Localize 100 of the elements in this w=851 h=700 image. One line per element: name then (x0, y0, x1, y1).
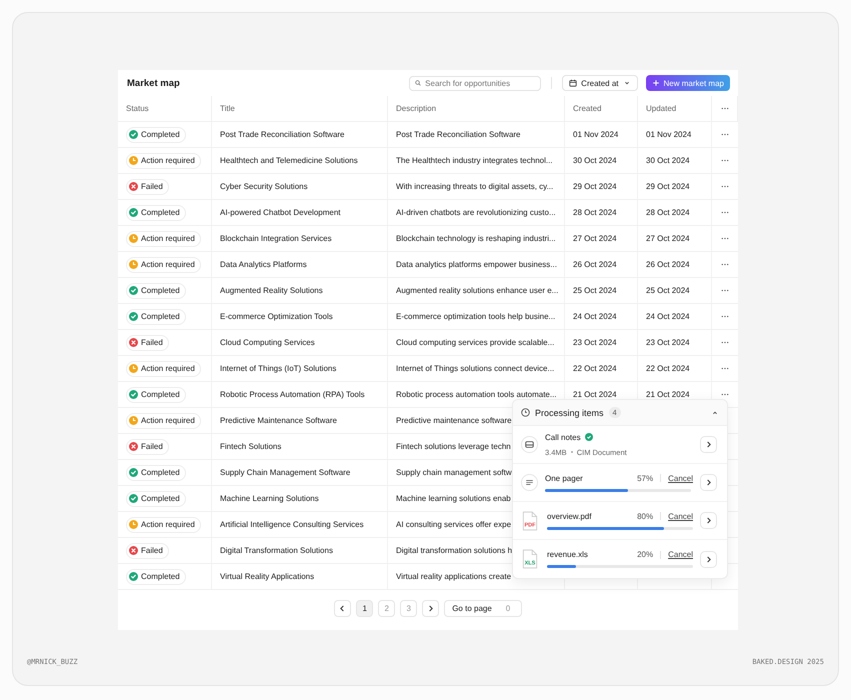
search-icon (415, 79, 422, 87)
table-cell: Blockchain technology is reshaping industri... (396, 234, 556, 243)
table-cell: 26 Oct 2024 (573, 260, 617, 269)
table-cell: 30 Oct 2024 (646, 156, 690, 165)
table-cell: 24 Oct 2024 (573, 312, 617, 321)
table-cell: 22 Oct 2024 (573, 364, 617, 373)
table-cell: 26 Oct 2024 (646, 260, 690, 269)
table-cell: Blockchain Integration Services (220, 234, 332, 243)
page-title: Market map (127, 78, 181, 88)
open-item-button[interactable] (700, 436, 717, 453)
more-icon[interactable] (721, 263, 729, 266)
table-cell: Machine learning solutions enab (396, 494, 511, 503)
table-cell: Internet of Things (IoT) Solutions (220, 364, 336, 373)
clock-icon (521, 408, 530, 417)
progress-percent: 80% (637, 512, 654, 520)
table-cell: 29 Oct 2024 (646, 182, 690, 191)
more-icon[interactable] (721, 393, 729, 396)
table-cell: Augmented reality solutions enhance user e... (396, 286, 558, 295)
table-cell: Predictive Maintenance Software (220, 416, 337, 425)
table-cell: 28 Oct 2024 (646, 208, 690, 217)
table-cell: Robotic Process Automation (RPA) Tools (220, 390, 365, 399)
table-cell: 21 Oct 2024 (646, 390, 690, 399)
table-cell: 30 Oct 2024 (573, 156, 617, 165)
table-cell: 28 Oct 2024 (573, 208, 617, 217)
status-badge: Action required (126, 152, 201, 168)
open-item-button[interactable] (700, 474, 717, 491)
go-to-page-control[interactable]: Go to page 0 (444, 600, 522, 617)
more-icon[interactable] (721, 367, 729, 370)
status-badge: Action required (126, 256, 201, 272)
next-page-button[interactable] (422, 600, 440, 617)
table-cell: Cloud Computing Services (220, 338, 315, 347)
table-cell: Predictive maintenance software (396, 416, 512, 425)
status-badge: Action required (126, 412, 201, 428)
chevron-left-icon (340, 605, 346, 612)
page-button[interactable]: 1 (356, 600, 374, 617)
more-icon[interactable] (721, 185, 729, 188)
more-icon[interactable] (721, 211, 729, 214)
table-cell: 22 Oct 2024 (646, 364, 690, 373)
status-badge: Failed (126, 178, 169, 194)
more-icon[interactable] (721, 315, 729, 318)
more-icon[interactable] (721, 133, 729, 136)
table-cell: Digital transformation solutions h (396, 546, 512, 555)
search-field[interactable]: Search for opportunities (409, 76, 542, 90)
table-cell: The Healthtech industry integrates technol... (396, 156, 553, 165)
tray-icon (521, 436, 538, 453)
chevron-right-icon (706, 556, 711, 562)
item-name: overview.pdf (547, 512, 592, 520)
table-cell: AI-powered Chatbot Development (220, 208, 341, 217)
status-badge: Completed (126, 490, 186, 506)
more-icon[interactable] (721, 237, 729, 240)
status-badge: Completed (126, 282, 186, 298)
more-icon[interactable] (721, 341, 729, 344)
item-name: One pager (545, 474, 584, 482)
status-badge: Action required (126, 516, 201, 532)
cancel-link[interactable]: Cancel (668, 550, 693, 559)
chevron-right-icon (428, 605, 434, 612)
table-cell: Data Analytics Platforms (220, 260, 307, 269)
table-cell: 27 Oct 2024 (646, 234, 690, 243)
table-cell: 23 Oct 2024 (646, 338, 690, 347)
sort-button[interactable]: Created at (562, 75, 638, 91)
table-cell: Cloud computing services provide scalable... (396, 338, 554, 347)
more-icon[interactable] (721, 159, 729, 162)
table-cell: E-commerce Optimization Tools (220, 312, 333, 321)
more-icon[interactable] (721, 289, 729, 292)
table-cell: Data analytics platforms empower business... (396, 260, 557, 269)
table-cell: 01 Nov 2024 (573, 130, 618, 139)
status-badge: Completed (126, 204, 186, 220)
table-cell: 25 Oct 2024 (646, 286, 690, 295)
table-cell: AI-driven chatbots are revolutionizing custo... (396, 208, 556, 217)
more-icon[interactable] (720, 107, 728, 110)
new-market-map-button[interactable]: New market map (646, 75, 730, 91)
table-cell: 25 Oct 2024 (573, 286, 617, 295)
status-badge: Failed (126, 542, 169, 558)
table-cell: 29 Oct 2024 (573, 182, 617, 191)
table-cell: 23 Oct 2024 (573, 338, 617, 347)
status-badge: Failed (126, 438, 169, 454)
table-cell: Augmented Reality Solutions (220, 286, 323, 295)
table-cell: Digital Transformation Solutions (220, 546, 333, 555)
go-to-page-label: Go to page (452, 604, 492, 613)
table-cell: Internet of Things solutions connect device... (396, 364, 554, 373)
calendar-icon (569, 79, 578, 87)
status-badge: Completed (126, 386, 186, 402)
status-badge: Completed (126, 568, 186, 584)
status-badge: Failed (126, 334, 169, 350)
table-cell: Fintech solutions leverage techn (396, 442, 511, 451)
text-lines-icon (521, 474, 538, 491)
open-item-button[interactable] (700, 512, 717, 529)
table-cell: Virtual Reality Applications (220, 572, 314, 581)
table-cell: Artificial Intelligence Consulting Services (220, 520, 364, 529)
table-cell: 21 Oct 2024 (573, 390, 617, 399)
table-cell: 24 Oct 2024 (646, 312, 690, 321)
table-cell: With increasing threats to digital assets, cy... (396, 182, 554, 191)
open-item-button[interactable] (700, 550, 717, 568)
status-badge: Completed (126, 308, 186, 324)
previous-page-button[interactable] (334, 600, 352, 617)
table-cell: Virtual reality applications create (396, 572, 512, 581)
cancel-link[interactable]: Cancel (668, 474, 693, 482)
table-cell: Healthtech and Telemedicine Solutions (220, 156, 358, 165)
cancel-link[interactable]: Cancel (668, 512, 693, 520)
table-cell: Robotic process automation tools automate... (396, 390, 557, 399)
